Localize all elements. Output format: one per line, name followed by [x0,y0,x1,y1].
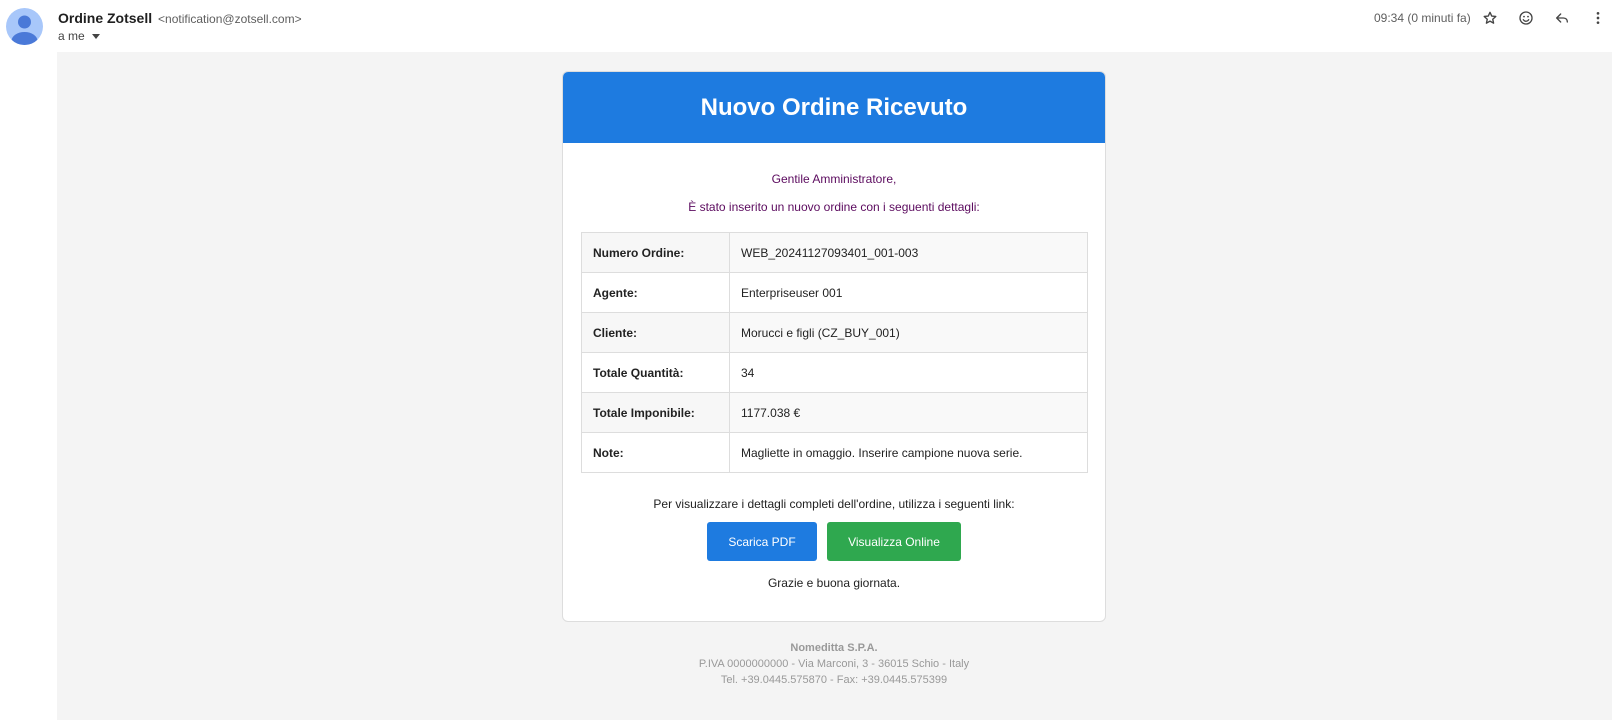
links-intro: Per visualizzare i dettagli completi del… [653,497,1015,511]
detail-label: Numero Ordine: [581,232,730,273]
footer-company: Nomeditta S.P.A. [790,642,878,654]
intro-text: È stato inserito un nuovo ordine con i s… [688,200,980,214]
detail-value: Enterpriseuser 001 [729,272,1088,313]
person-icon [6,8,43,45]
detail-value: Morucci e figli (CZ_BUY_001) [729,312,1088,353]
table-row: Numero Ordine: WEB_20241127093401_001-00… [581,232,1088,273]
reply-icon [1556,13,1568,23]
footer-contacts: Tel. +39.0445.575870 - Fax: +39.0445.575… [720,674,948,686]
reply-button[interactable] [1550,6,1574,30]
order-card: Nuovo Ordine Ricevuto Gentile Amministra… [562,71,1106,622]
star-button[interactable] [1478,6,1502,30]
detail-value: 1177.038 € [729,392,1088,433]
download-pdf-button[interactable]: Scarica PDF [707,522,817,561]
table-row: Totale Imponibile: 1177.038 € [581,392,1088,433]
table-row: Cliente: Morucci e figli (CZ_BUY_001) [581,312,1088,353]
sender-info: Ordine Zotsell <notification@zotsell.com… [58,10,302,26]
email-title-banner: Nuovo Ordine Ricevuto [563,72,1105,143]
download-pdf-label: Scarica PDF [728,534,796,549]
emoji-icon [1519,11,1533,25]
detail-value: WEB_20241127093401_001-003 [729,232,1088,273]
email-body: Nuovo Ordine Ricevuto Gentile Amministra… [57,52,1612,720]
detail-label: Totale Quantità: [581,352,730,393]
chevron-down-icon [91,34,100,39]
sender-name[interactable]: Ordine Zotsell [58,10,152,26]
detail-label: Note: [581,432,730,473]
email-footer: Nomeditta S.P.A. P.IVA 0000000000 - Via … [562,640,1106,688]
emoji-button[interactable] [1514,6,1538,30]
detail-label: Agente: [581,272,730,313]
sender-email: <notification@zotsell.com> [158,12,302,26]
detail-label: Totale Imponibile: [581,392,730,433]
message-header: Ordine Zotsell <notification@zotsell.com… [0,0,1612,52]
table-row: Agente: Enterpriseuser 001 [581,272,1088,313]
view-online-button[interactable]: Visualizza Online [827,522,961,561]
detail-label: Cliente: [581,312,730,353]
detail-value: Magliette in omaggio. Inserire campione … [729,432,1088,473]
greeting: Gentile Amministratore, [771,172,897,186]
timestamp: 09:34 (0 minuti fa) [1374,11,1471,25]
view-online-label: Visualizza Online [848,534,940,549]
more-options-button[interactable] [1586,6,1610,30]
star-icon [1483,11,1497,24]
footer-address: P.IVA 0000000000 - Via Marconi, 3 - 3601… [698,658,970,670]
detail-value: 34 [729,352,1088,393]
email-title: Nuovo Ordine Ricevuto [700,93,968,121]
recipient-toggle[interactable]: a me [58,29,100,43]
table-row: Totale Quantità: 34 [581,352,1088,393]
table-row: Note: Magliette in omaggio. Inserire cam… [581,432,1088,473]
closing-text: Grazie e buona giornata. [767,576,901,590]
sender-avatar[interactable] [6,8,43,45]
order-details-table: Numero Ordine: WEB_20241127093401_001-00… [581,232,1088,473]
more-vert-icon [1596,12,1600,24]
recipient-label: a me [58,29,85,43]
